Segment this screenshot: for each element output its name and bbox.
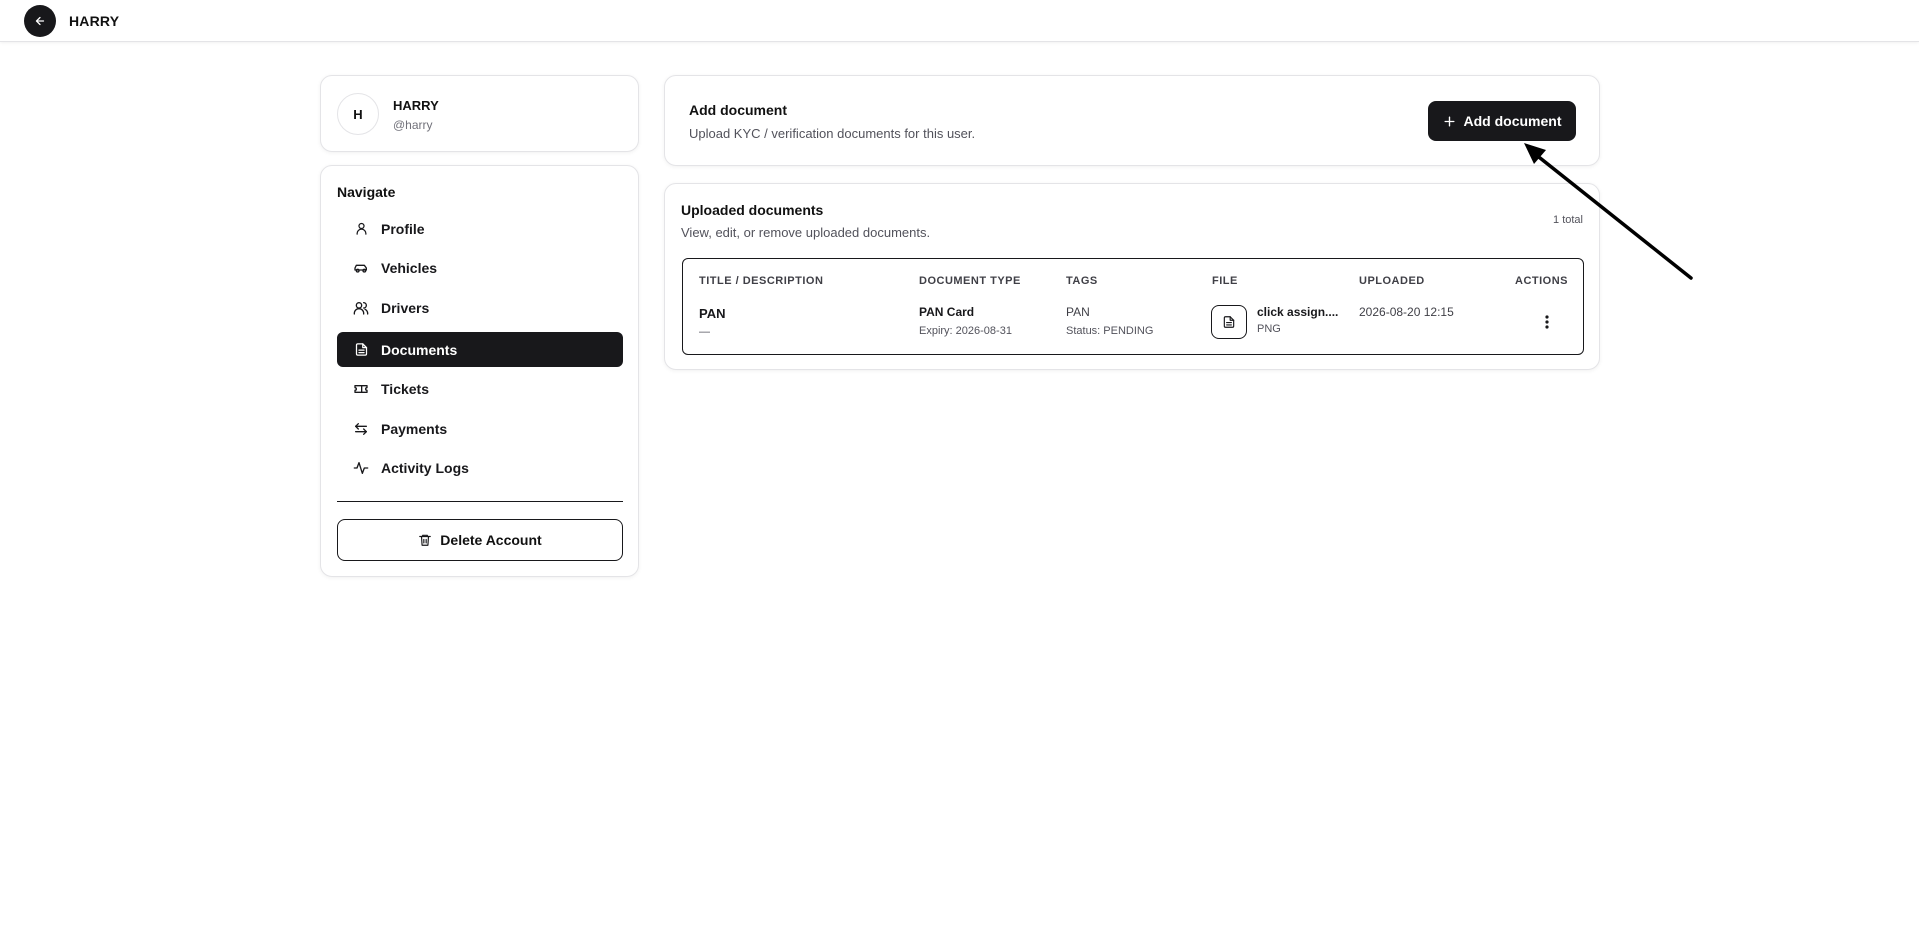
sidebar-item-drivers[interactable]: Drivers	[337, 290, 623, 325]
sidebar-item-documents[interactable]: Documents	[337, 332, 623, 367]
add-document-title: Add document	[689, 102, 787, 118]
column-header-tags: TAGS	[1066, 275, 1098, 287]
activity-icon	[353, 460, 369, 476]
documents-table: TITLE / DESCRIPTION DOCUMENT TYPE TAGS F…	[682, 258, 1584, 355]
annotation-arrow-icon	[1524, 143, 1693, 280]
document-title: PAN	[699, 306, 726, 321]
file-name[interactable]: click assign....	[1257, 305, 1338, 319]
navigation-card: Navigate Profile Vehicles Drivers Docume…	[320, 165, 639, 577]
file-text-icon	[1223, 316, 1235, 328]
column-header-title: TITLE / DESCRIPTION	[699, 275, 824, 287]
sidebar-item-label: Tickets	[381, 380, 429, 397]
file-preview-button[interactable]	[1211, 305, 1247, 339]
sidebar-item-label: Activity Logs	[381, 459, 469, 476]
sidebar-item-vehicles[interactable]: Vehicles	[337, 250, 623, 285]
car-icon	[353, 260, 369, 276]
uploaded-documents-card: Uploaded documents View, edit, or remove…	[664, 183, 1600, 370]
arrow-left-icon	[35, 16, 45, 26]
uploaded-documents-subtitle: View, edit, or remove uploaded documents…	[681, 225, 931, 240]
page-title: HARRY	[69, 13, 120, 29]
file-type: PNG	[1257, 323, 1281, 335]
sidebar-item-label: Documents	[381, 341, 458, 358]
document-expiry: Expiry: 2026-08-31	[919, 325, 1012, 337]
top-bar: HARRY	[0, 0, 1919, 42]
user-handle: @harry	[393, 118, 433, 132]
sidebar-item-label: Drivers	[381, 299, 430, 316]
nav-title: Navigate	[337, 184, 396, 200]
sidebar-item-profile[interactable]: Profile	[337, 211, 623, 246]
trash-icon	[419, 534, 432, 546]
sidebar-item-tickets[interactable]: Tickets	[337, 371, 623, 406]
document-description: —	[699, 326, 710, 338]
ticket-icon	[353, 381, 369, 397]
uploaded-documents-title: Uploaded documents	[681, 202, 824, 218]
sidebar-item-activity-logs[interactable]: Activity Logs	[337, 450, 623, 485]
divider	[337, 501, 623, 502]
file-text-icon	[353, 342, 369, 358]
add-document-button-label: Add document	[1463, 113, 1562, 129]
avatar: H	[337, 93, 379, 135]
row-actions-button[interactable]	[1537, 311, 1557, 333]
back-button[interactable]	[24, 5, 56, 37]
column-header-uploaded: UPLOADED	[1359, 275, 1425, 287]
sidebar-item-payments[interactable]: Payments	[337, 411, 623, 446]
delete-account-button[interactable]: Delete Account	[337, 519, 623, 561]
document-tag: PAN	[1066, 305, 1090, 319]
arrows-left-right-icon	[353, 421, 369, 437]
user-card: H HARRY @harry	[320, 75, 639, 152]
document-status: Status: PENDING	[1066, 325, 1154, 337]
add-document-subtitle: Upload KYC / verification documents for …	[689, 126, 976, 141]
plus-icon	[1443, 115, 1455, 127]
more-vertical-icon	[1545, 315, 1549, 329]
user-icon	[353, 221, 369, 237]
delete-account-label: Delete Account	[440, 532, 542, 548]
document-type: PAN Card	[919, 305, 975, 319]
user-name: HARRY	[393, 98, 439, 113]
column-header-file: FILE	[1212, 275, 1238, 287]
sidebar-item-label: Payments	[381, 420, 448, 437]
column-header-document-type: DOCUMENT TYPE	[919, 275, 1021, 287]
sidebar-item-label: Vehicles	[381, 259, 438, 276]
uploaded-date: 2026-08-20 12:15	[1359, 305, 1454, 319]
users-icon	[353, 300, 369, 316]
sidebar-item-label: Profile	[381, 220, 425, 237]
add-document-card: Add document Upload KYC / verification d…	[664, 75, 1600, 166]
